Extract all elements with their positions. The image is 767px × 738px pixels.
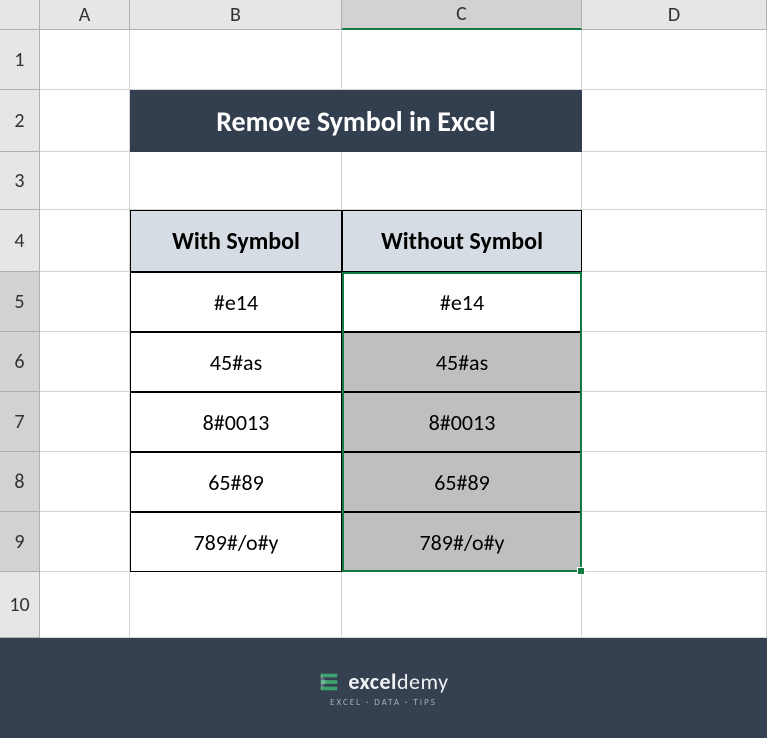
row-header-1[interactable]: 1 (0, 30, 40, 90)
cell-D6[interactable] (582, 332, 767, 392)
col-header-B[interactable]: B (130, 0, 342, 30)
cell-A7[interactable] (40, 392, 130, 452)
cell-A3[interactable] (40, 152, 130, 210)
cell-D7[interactable] (582, 392, 767, 452)
footer-watermark: exceldemy EXCEL · DATA · TIPS (0, 638, 767, 738)
cell-A6[interactable] (40, 332, 130, 392)
row-header-9[interactable]: 9 (0, 512, 40, 572)
cell-A4[interactable] (40, 210, 130, 272)
cell-B10[interactable] (130, 572, 342, 638)
row-header-2[interactable]: 2 (0, 90, 40, 152)
row-header-6[interactable]: 6 (0, 332, 40, 392)
cell-D8[interactable] (582, 452, 767, 512)
col-header-A[interactable]: A (40, 0, 130, 30)
cell-C8[interactable]: 65#89 (342, 452, 582, 512)
page-title: Remove Symbol in Excel (216, 104, 496, 139)
cell-D9[interactable] (582, 512, 767, 572)
row-header-7[interactable]: 7 (0, 392, 40, 452)
cell-C5[interactable]: #e14 (342, 272, 582, 332)
cell-B3[interactable] (130, 152, 342, 210)
cell-A2[interactable] (40, 90, 130, 152)
cell-D3[interactable] (582, 152, 767, 210)
row-header-3[interactable]: 3 (0, 152, 40, 210)
cell-D2[interactable] (582, 90, 767, 152)
col-header-C[interactable]: C (342, 0, 582, 30)
footer-tagline: EXCEL · DATA · TIPS (330, 697, 437, 708)
spreadsheet-grid: A B C D 1 2 Remove Symbol in Excel 3 4 W… (0, 0, 767, 638)
cell-A1[interactable] (40, 30, 130, 90)
cell-A9[interactable] (40, 512, 130, 572)
col-header-D[interactable]: D (582, 0, 767, 30)
cell-B1[interactable] (130, 30, 342, 90)
cell-B7[interactable]: 8#0013 (130, 392, 342, 452)
row-header-5[interactable]: 5 (0, 272, 40, 332)
cell-D5[interactable] (582, 272, 767, 332)
cell-C7[interactable]: 8#0013 (342, 392, 582, 452)
cell-A10[interactable] (40, 572, 130, 638)
cell-D4[interactable] (582, 210, 767, 272)
table-header-with[interactable]: With Symbol (130, 210, 342, 272)
cell-A5[interactable] (40, 272, 130, 332)
cell-C9[interactable]: 789#/o#y (342, 512, 582, 572)
cell-C6[interactable]: 45#as (342, 332, 582, 392)
cell-D1[interactable] (582, 30, 767, 90)
table-header-without[interactable]: Without Symbol (342, 210, 582, 272)
title-cell[interactable]: Remove Symbol in Excel (130, 90, 582, 152)
cell-B9[interactable]: 789#/o#y (130, 512, 342, 572)
cell-B5[interactable]: #e14 (130, 272, 342, 332)
row-header-10[interactable]: 10 (0, 572, 40, 638)
row-header-4[interactable]: 4 (0, 210, 40, 272)
cell-C3[interactable] (342, 152, 582, 210)
cell-D10[interactable] (582, 572, 767, 638)
cell-B6[interactable]: 45#as (130, 332, 342, 392)
cell-B8[interactable]: 65#89 (130, 452, 342, 512)
spreadsheet-viewport: A B C D 1 2 Remove Symbol in Excel 3 4 W… (0, 0, 767, 638)
cell-C10[interactable] (342, 572, 582, 638)
brand-text: exceldemy (348, 668, 448, 695)
row-header-8[interactable]: 8 (0, 452, 40, 512)
cell-A8[interactable] (40, 452, 130, 512)
logo-icon (318, 671, 340, 693)
select-all-corner[interactable] (0, 0, 40, 30)
cell-C1[interactable] (342, 30, 582, 90)
